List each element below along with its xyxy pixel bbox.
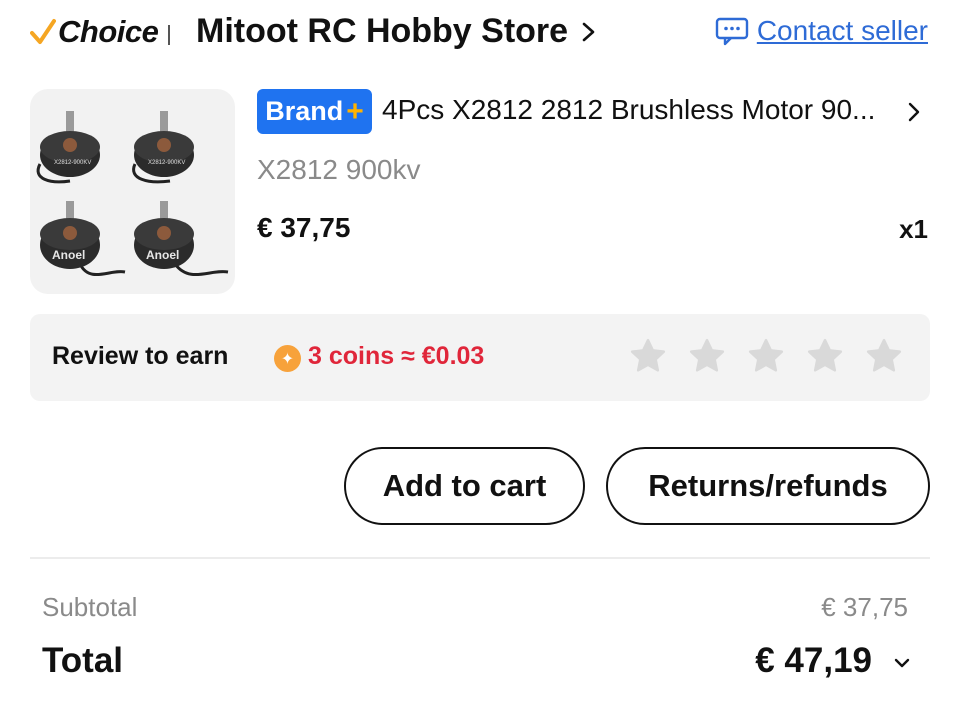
store-link[interactable]: Mitoot RC Hobby Store [196,12,598,51]
star-rating[interactable] [628,336,904,376]
check-icon [30,19,56,44]
motor-image: X2812-900KV X2812-900KV Anoel Anoel [36,111,229,277]
product-price: € 37,75 [257,212,351,243]
badge-plus: + [346,94,364,128]
total-value[interactable]: € 47,19 [755,641,872,681]
choice-label: Choice [58,14,159,49]
review-banner[interactable]: Review to earn ✦ 3 coins ≈ €0.03 [30,314,930,401]
chevron-right-icon[interactable] [905,101,923,123]
chevron-down-icon[interactable] [892,656,912,670]
brand-plus-badge: Brand + [257,89,372,134]
badge-text: Brand [265,96,344,126]
chat-icon [715,17,749,46]
product-title[interactable]: 4Pcs X2812 2812 Brushless Motor 90... [382,94,875,126]
returns-refunds-button[interactable]: Returns/refunds [606,447,930,525]
star-icon[interactable] [628,336,668,376]
subtotal-value: € 37,75 [821,592,908,622]
header-divider [168,25,170,45]
total-label: Total [42,641,124,680]
star-icon[interactable] [864,336,904,376]
subtotal-label: Subtotal [42,592,138,622]
thumb-mark-top-left: X2812-900KV [54,160,91,166]
star-icon[interactable] [687,336,727,376]
review-label: Review to earn [52,342,229,370]
thumb-mark-top-right: X2812-900KV [148,160,185,166]
star-icon[interactable] [805,336,845,376]
product-thumbnail[interactable]: X2812-900KV X2812-900KV Anoel Anoel [30,89,235,294]
chevron-right-icon [582,22,595,41]
section-divider [30,557,930,559]
contact-seller-label: Contact seller [756,15,928,46]
add-to-cart-button[interactable]: Add to cart [344,447,585,525]
thumb-mark-bottom-right: Anoel [146,248,179,262]
product-quantity: x1 [899,214,928,244]
store-name: Mitoot RC Hobby Store [196,12,569,50]
thumb-mark-bottom-left: Anoel [52,248,85,262]
choice-logo: Choice [30,14,159,50]
star-icon[interactable] [746,336,786,376]
contact-seller-link[interactable]: Contact seller [715,15,928,47]
order-header: Choice Mitoot RC Hobby Store Contact sel… [0,0,960,72]
coin-icon: ✦ [274,345,301,372]
review-reward: 3 coins ≈ €0.03 [308,342,485,370]
product-variant: X2812 900kv [257,154,421,185]
